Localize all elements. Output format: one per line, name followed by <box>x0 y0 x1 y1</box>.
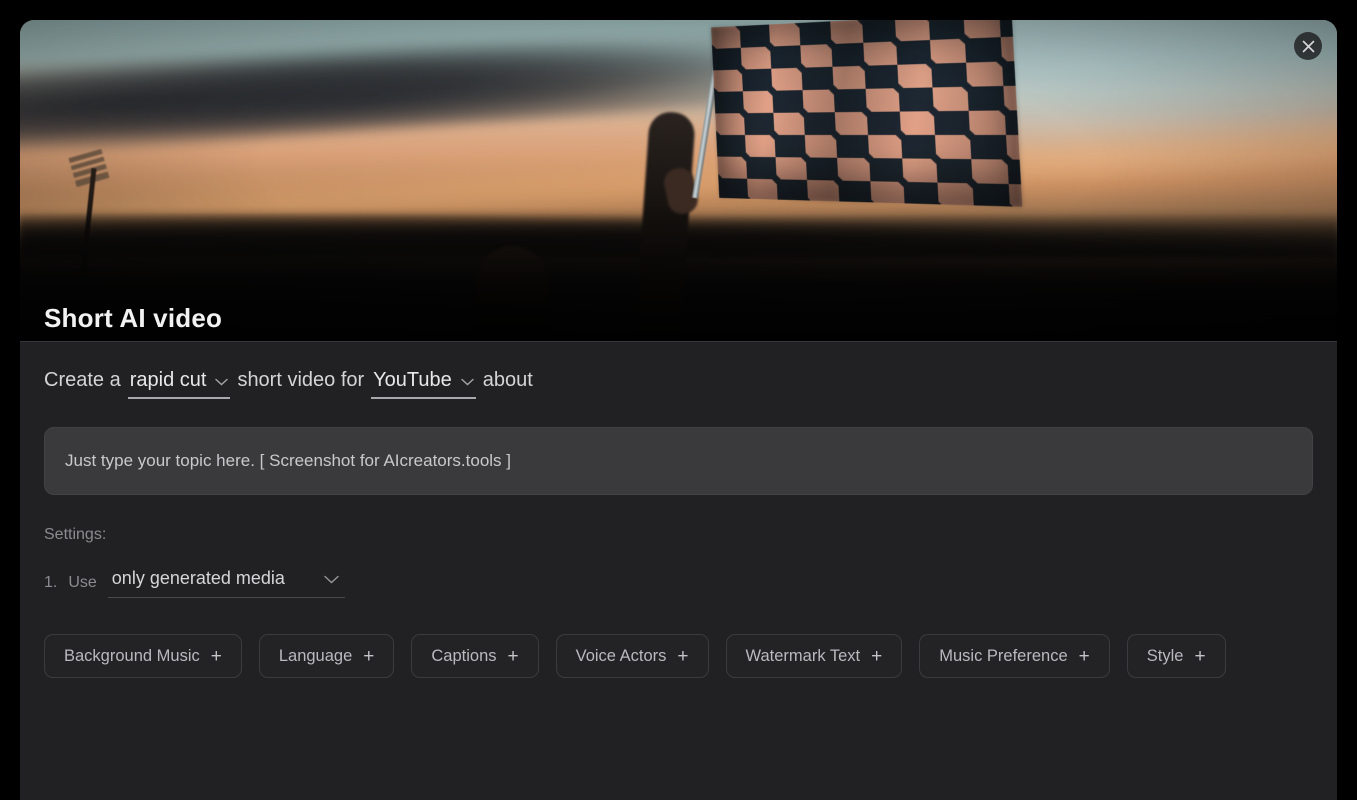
setting-row-media: 1. Use only generated media <box>44 568 1313 598</box>
prompt-sentence: Create a rapid cut short video for YouTu… <box>44 368 1313 399</box>
chip-language[interactable]: Language + <box>258 634 395 678</box>
chip-style[interactable]: Style + <box>1126 634 1226 678</box>
chip-background-music[interactable]: Background Music + <box>44 634 242 678</box>
plus-icon: + <box>871 645 883 667</box>
short-ai-video-modal: Short AI video Create a rapid cut short … <box>20 20 1337 800</box>
page-title: Short AI video <box>44 303 223 333</box>
plus-icon: + <box>1194 645 1206 667</box>
chip-label: Background Music <box>64 646 200 665</box>
chip-label: Watermark Text <box>745 646 861 665</box>
media-source-dropdown[interactable]: only generated media <box>107 568 345 598</box>
setting-number: 1. <box>44 574 58 591</box>
topic-input-placeholder: Just type your topic here. [ Screenshot … <box>65 451 511 470</box>
chip-label: Voice Actors <box>575 646 667 665</box>
chip-label: Style <box>1146 646 1184 665</box>
chevron-down-icon <box>461 368 474 392</box>
setting-label-use: Use <box>68 574 97 591</box>
hero-divider <box>20 341 1337 342</box>
modal-body: Create a rapid cut short video for YouTu… <box>20 342 1337 678</box>
media-source-value: only generated media <box>111 568 285 588</box>
plus-icon: + <box>363 645 375 667</box>
video-style-dropdown[interactable]: rapid cut <box>127 368 231 399</box>
prompt-middle: short video for <box>237 369 365 391</box>
hero-banner: Short AI video <box>20 20 1337 342</box>
plus-icon: + <box>677 645 689 667</box>
prompt-prefix: Create a <box>44 369 121 391</box>
chevron-down-icon <box>324 568 339 589</box>
chip-label: Music Preference <box>939 646 1068 665</box>
app-root: Short AI video Create a rapid cut short … <box>0 0 1357 800</box>
option-chip-list: Background Music + Language + Captions +… <box>44 634 1313 678</box>
hero-vignette-overlay <box>20 20 1337 342</box>
close-icon <box>1302 40 1315 53</box>
plus-icon: + <box>210 645 222 667</box>
plus-icon: + <box>507 645 519 667</box>
chip-captions[interactable]: Captions + <box>411 634 539 678</box>
close-button[interactable] <box>1294 32 1322 60</box>
hero-photo-checkered-flag-sunset <box>20 20 1337 342</box>
chip-label: Language <box>278 646 353 665</box>
video-style-value: rapid cut <box>129 369 207 391</box>
chip-music-preference[interactable]: Music Preference + <box>919 634 1110 678</box>
topic-input[interactable]: Just type your topic here. [ Screenshot … <box>44 427 1313 495</box>
chip-label: Captions <box>431 646 497 665</box>
chip-voice-actors[interactable]: Voice Actors + <box>555 634 709 678</box>
platform-dropdown[interactable]: YouTube <box>371 368 476 399</box>
prompt-suffix: about <box>482 369 533 391</box>
chevron-down-icon <box>215 368 229 392</box>
settings-label: Settings: <box>44 526 107 543</box>
chip-watermark-text[interactable]: Watermark Text + <box>725 634 903 678</box>
platform-value: YouTube <box>373 369 452 391</box>
plus-icon: + <box>1078 645 1090 667</box>
